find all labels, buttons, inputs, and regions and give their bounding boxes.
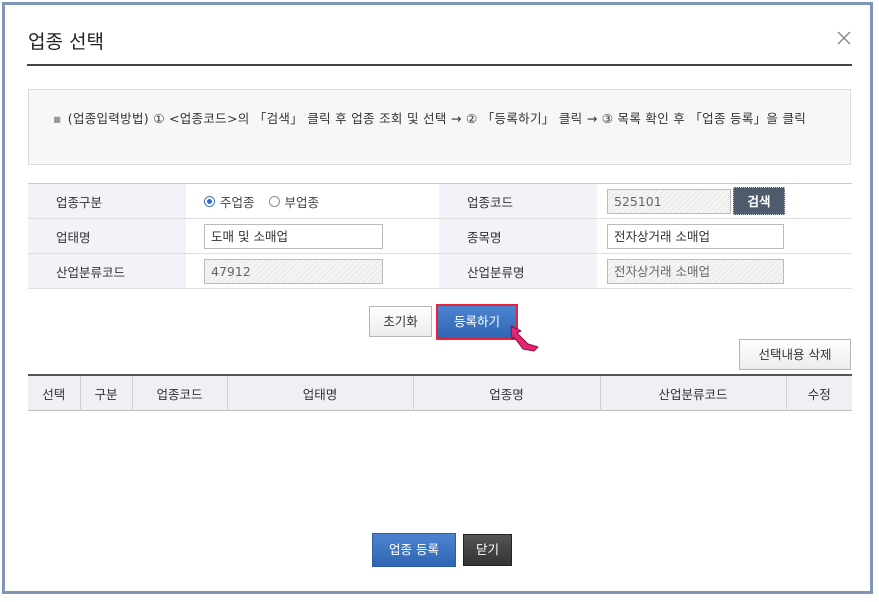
instruction-text: (업종입력방법) ① <업종코드>의 「검색」 클릭 후 업종 조회 및 선택 … [67, 111, 807, 126]
radio-primary[interactable]: 주업종 [204, 192, 255, 211]
code-label: 업종코드 [439, 183, 597, 219]
radio-secondary-label: 부업종 [284, 194, 320, 210]
business-form: 업종구분 주업종 부업종 업종코드 525101 검색 업태명 도매 및 소매업 … [28, 183, 852, 289]
radio-primary-dot[interactable] [204, 195, 215, 207]
column-header: 업종명 [412, 375, 600, 411]
radio-secondary-dot[interactable] [268, 195, 280, 207]
industry-code-label: 산업분류코드 [28, 253, 186, 289]
item-label: 종목명 [439, 218, 597, 254]
register-button[interactable]: 등록하기 [436, 304, 518, 340]
dialog-title: 업종 선택 [28, 31, 104, 53]
radio-secondary[interactable]: 부업종 [268, 192, 320, 211]
column-header: 산업분류코드 [599, 375, 786, 411]
reset-button[interactable]: 초기화 [369, 306, 432, 337]
industry-name-field: 전자상거래 소매업 [607, 258, 784, 284]
business-list-table: 선택 구분 업종코드 업태명 업종명 산업분류코드 수정 [28, 374, 852, 411]
close-icon[interactable] [834, 28, 854, 48]
column-header: 업종코드 [131, 375, 227, 411]
radio-primary-label: 주업종 [220, 194, 255, 210]
industry-code-field: 47912 [204, 258, 383, 284]
business-type-label: 업태명 [28, 218, 186, 254]
close-button[interactable]: 닫기 [463, 534, 512, 566]
instruction-box: ▪ (업종입력방법) ① <업종코드>의 「검색」 클릭 후 업종 조회 및 선택… [28, 89, 851, 165]
submit-business-button[interactable]: 업종 등록 [372, 533, 456, 567]
category-label: 업종구분 [28, 183, 186, 219]
column-header: 구분 [79, 375, 132, 411]
item-field[interactable]: 전자상거래 소매업 [607, 223, 784, 249]
hand-pointer-icon [510, 325, 539, 352]
title-divider [27, 64, 852, 66]
column-header: 선택 [28, 375, 80, 411]
column-header: 업태명 [226, 375, 413, 411]
delete-selection-button[interactable]: 선택내용 삭제 [739, 339, 851, 370]
industry-name-label: 산업분류명 [439, 253, 597, 289]
bullet-icon: ▪ [53, 111, 62, 126]
search-button[interactable]: 검색 [733, 187, 785, 215]
column-header: 수정 [785, 375, 852, 411]
business-type-field[interactable]: 도매 및 소매업 [204, 223, 383, 249]
code-field: 525101 [607, 188, 731, 214]
